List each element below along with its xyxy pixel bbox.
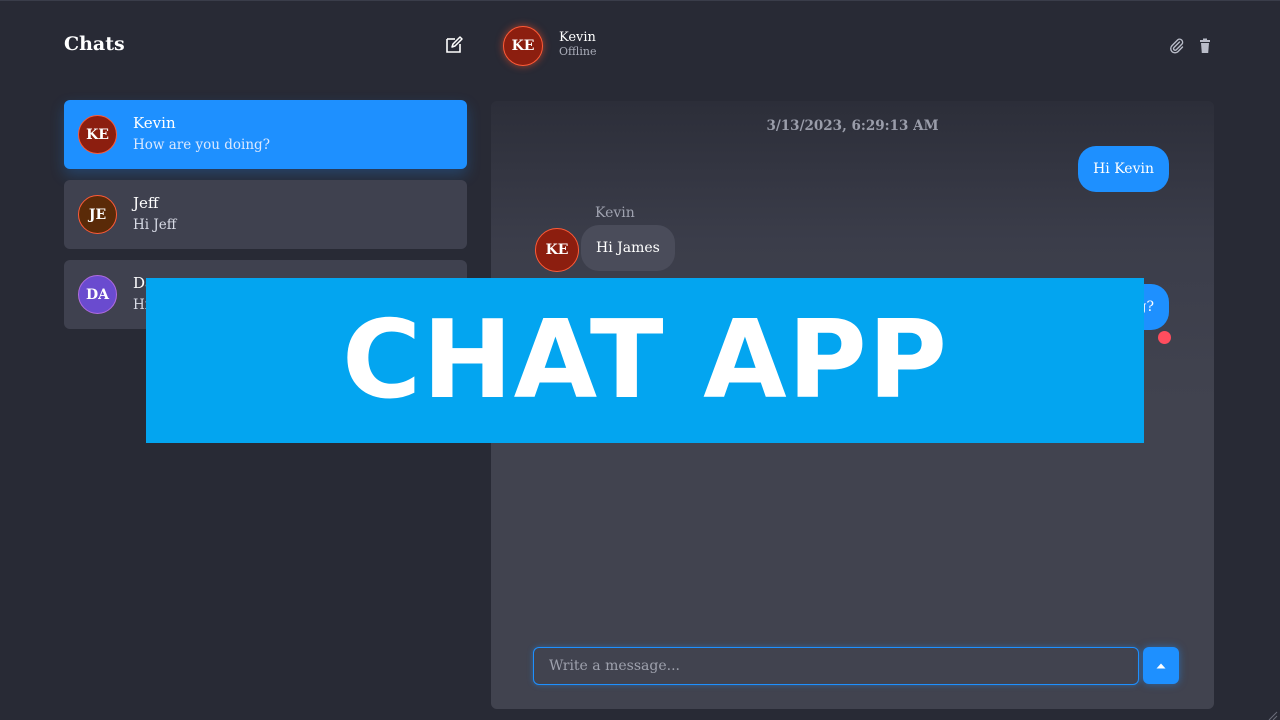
sidebar-title: Chats xyxy=(64,33,125,55)
chat-item-kevin[interactable]: KE Kevin How are you doing? xyxy=(64,100,467,169)
chat-name: Kevin xyxy=(133,114,176,132)
edit-icon[interactable] xyxy=(444,35,464,55)
send-button[interactable] xyxy=(1143,647,1179,684)
contact-name: Kevin xyxy=(559,30,596,45)
avatar: KE xyxy=(503,26,543,66)
conversation-header: KE Kevin Offline xyxy=(503,26,1213,68)
sender-name: Kevin xyxy=(595,205,635,221)
message-timestamp: 3/13/2023, 6:29:13 AM xyxy=(766,118,939,134)
chat-item-jeff[interactable]: JE Jeff Hi Jeff xyxy=(64,180,467,249)
banner-title: CHAT APP xyxy=(341,297,948,423)
chat-name: Jeff xyxy=(133,194,159,212)
chat-preview: Hi Jeff xyxy=(133,217,177,233)
chat-preview: How are you doing? xyxy=(133,137,270,153)
paperclip-icon[interactable] xyxy=(1169,38,1185,54)
avatar: JE xyxy=(78,195,117,234)
triangle-up-icon xyxy=(1156,663,1166,668)
trash-icon[interactable] xyxy=(1197,38,1213,54)
avatar: DA xyxy=(78,275,117,314)
title-banner: CHAT APP xyxy=(146,278,1144,443)
sidebar-header: Chats xyxy=(64,31,468,61)
resize-grip-icon[interactable] xyxy=(1266,706,1278,720)
message-bubble-outgoing: Hi Kevin xyxy=(1078,146,1169,192)
unread-indicator xyxy=(1158,331,1171,344)
avatar: KE xyxy=(78,115,117,154)
chat-app: Chats KE Kevin How are you doing? JE Jef… xyxy=(0,0,1280,720)
message-bubble-incoming: Hi James xyxy=(581,225,675,271)
message-input[interactable] xyxy=(533,647,1139,685)
contact-status: Offline xyxy=(559,45,597,58)
avatar: KE xyxy=(535,228,579,272)
